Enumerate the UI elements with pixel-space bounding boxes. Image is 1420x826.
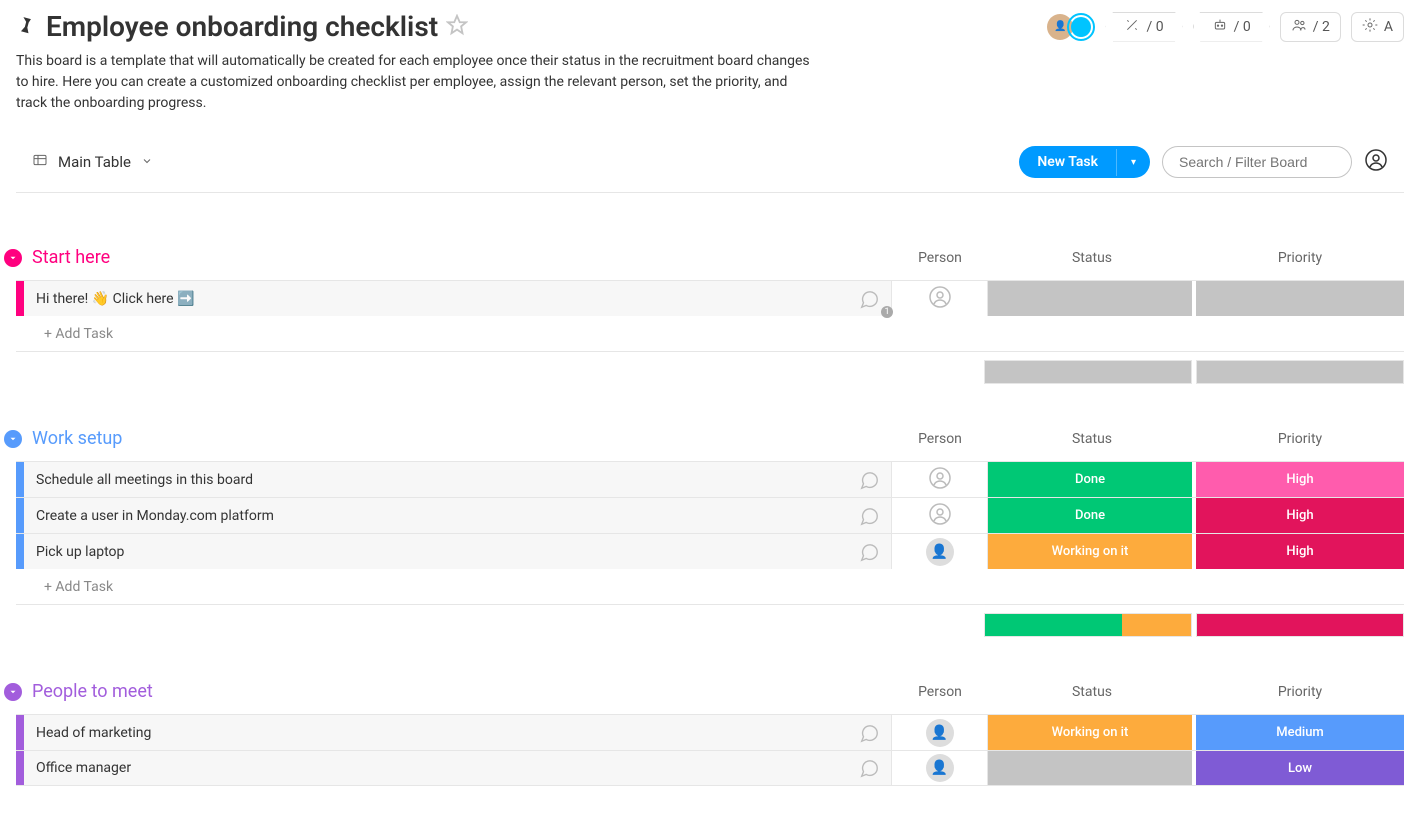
priority-cell[interactable]: High: [1196, 534, 1404, 569]
col-header-priority: Priority: [1196, 431, 1404, 447]
robot-icon: [1212, 17, 1228, 37]
person-placeholder-icon[interactable]: [928, 502, 952, 530]
col-header-person: Person: [892, 250, 988, 266]
task-name[interactable]: Pick up laptop: [24, 534, 846, 569]
chat-icon[interactable]: [846, 751, 892, 785]
summary-status: [984, 360, 1192, 384]
group-title[interactable]: Start here: [32, 247, 110, 268]
task-name[interactable]: Schedule all meetings in this board: [24, 462, 846, 497]
chat-icon[interactable]: [846, 462, 892, 497]
chat-icon[interactable]: [846, 715, 892, 750]
row-color: [16, 281, 24, 316]
status-cell[interactable]: [988, 281, 1196, 316]
row-color: [16, 751, 24, 785]
board-description: This board is a template that will autom…: [16, 51, 816, 114]
person-filter-icon[interactable]: [1364, 148, 1388, 176]
status-cell[interactable]: Working on it: [988, 534, 1196, 569]
status-cell[interactable]: Working on it: [988, 715, 1196, 750]
col-header-priority: Priority: [1196, 684, 1404, 700]
group-collapse-people[interactable]: [4, 683, 22, 701]
summary-priority: [1196, 360, 1404, 384]
integrations-count[interactable]: / 0: [1105, 12, 1182, 42]
view-name[interactable]: Main Table: [58, 153, 131, 171]
avatar[interactable]: 👤: [926, 719, 954, 747]
status-cell[interactable]: Done: [988, 498, 1196, 533]
chat-icon[interactable]: [846, 534, 892, 569]
person-cell[interactable]: [892, 281, 988, 316]
col-header-status: Status: [988, 684, 1196, 700]
summary-priority: [1196, 613, 1404, 637]
group-title[interactable]: Work setup: [32, 428, 122, 449]
add-task[interactable]: + Add Task: [24, 326, 113, 342]
priority-cell[interactable]: High: [1196, 498, 1404, 533]
priority-cell[interactable]: Low: [1196, 751, 1404, 785]
task-name[interactable]: Create a user in Monday.com platform: [24, 498, 846, 533]
board-owners[interactable]: 👤: [1047, 13, 1095, 41]
person-placeholder-icon[interactable]: [928, 466, 952, 494]
settings-button[interactable]: A: [1351, 12, 1404, 42]
person-cell[interactable]: [892, 498, 988, 533]
avatar[interactable]: 👤: [926, 538, 954, 566]
priority-cell[interactable]: High: [1196, 462, 1404, 497]
new-task-button[interactable]: New Task ▾: [1019, 146, 1150, 178]
chat-icon[interactable]: 1: [846, 281, 892, 316]
col-header-person: Person: [892, 684, 988, 700]
person-cell[interactable]: 👤: [892, 751, 988, 785]
board-title[interactable]: Employee onboarding checklist: [46, 10, 438, 43]
automations-count[interactable]: / 0: [1193, 12, 1270, 42]
col-header-status: Status: [988, 250, 1196, 266]
group-title[interactable]: People to meet: [32, 681, 153, 702]
task-name[interactable]: Hi there! 👋 Click here ➡️: [24, 281, 846, 316]
priority-cell[interactable]: [1196, 281, 1404, 316]
new-task-caret[interactable]: ▾: [1116, 149, 1150, 176]
people-icon: [1291, 17, 1307, 37]
person-cell[interactable]: [892, 462, 988, 497]
wand-icon: [1124, 17, 1140, 37]
chat-icon[interactable]: [846, 498, 892, 533]
status-cell[interactable]: Done: [988, 462, 1196, 497]
status-cell[interactable]: [988, 751, 1196, 785]
table-icon: [32, 152, 48, 172]
group-collapse-work[interactable]: [4, 430, 22, 448]
search-input[interactable]: [1162, 146, 1352, 178]
row-color: [16, 534, 24, 569]
gear-icon: [1362, 17, 1378, 37]
group-collapse-start[interactable]: [4, 249, 22, 267]
avatar[interactable]: 👤: [926, 754, 954, 782]
pin-icon: [10, 9, 43, 44]
person-cell[interactable]: 👤: [892, 715, 988, 750]
person-placeholder-icon[interactable]: [928, 285, 952, 313]
members-count[interactable]: / 2: [1280, 12, 1341, 42]
person-cell[interactable]: 👤: [892, 534, 988, 569]
col-header-person: Person: [892, 431, 988, 447]
col-header-status: Status: [988, 431, 1196, 447]
summary-status: [984, 613, 1192, 637]
col-header-priority: Priority: [1196, 250, 1404, 266]
add-task[interactable]: + Add Task: [24, 579, 113, 595]
priority-cell[interactable]: Medium: [1196, 715, 1404, 750]
row-color: [16, 715, 24, 750]
star-icon[interactable]: [446, 14, 468, 40]
chevron-down-icon[interactable]: [141, 153, 153, 171]
task-name[interactable]: Head of marketing: [24, 715, 846, 750]
row-color: [16, 462, 24, 497]
task-name[interactable]: Office manager: [24, 751, 846, 785]
row-color: [16, 498, 24, 533]
